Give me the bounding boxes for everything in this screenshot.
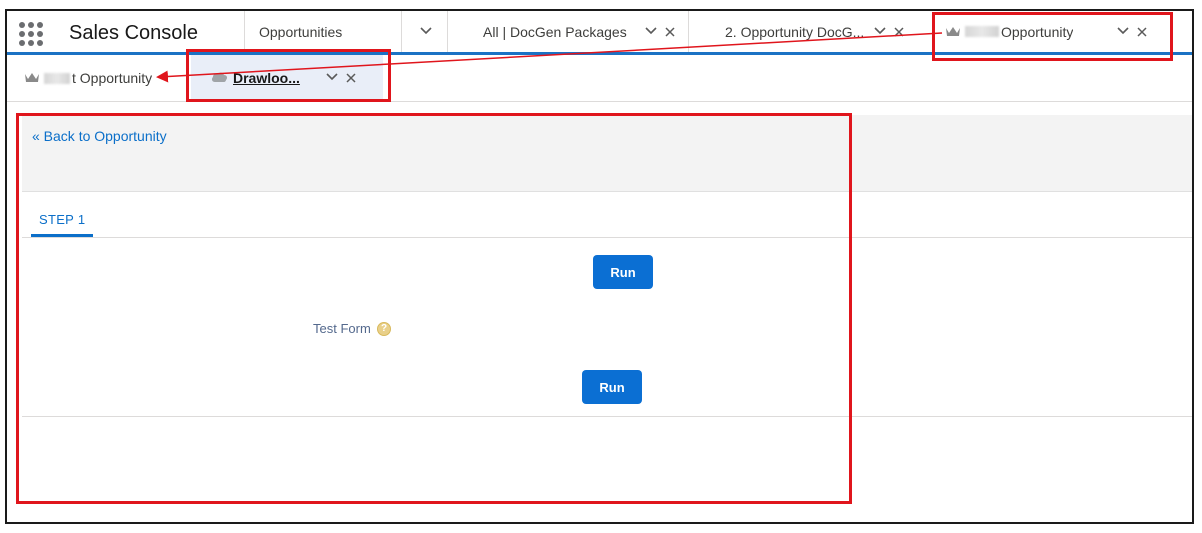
- subtab-label: t Opportunity: [72, 70, 153, 86]
- subtab-opportunity[interactable]: t Opportunity: [24, 55, 194, 101]
- workspace-tab-docgen-packages[interactable]: All | DocGen Packages: [447, 11, 688, 52]
- workspace-tab-label: 2. Opportunity DocG...: [725, 23, 865, 40]
- highlight-box-content: [16, 113, 852, 504]
- nav-item-label: Opportunities: [259, 23, 343, 40]
- chevron-down-icon[interactable]: [874, 26, 886, 37]
- close-icon[interactable]: [665, 26, 675, 37]
- close-icon[interactable]: [894, 26, 904, 37]
- app-launcher-icon[interactable]: [19, 22, 43, 46]
- chevron-down-icon: [419, 26, 432, 37]
- workspace-tab-label: All | DocGen Packages: [483, 23, 627, 40]
- redacted-text: [44, 72, 70, 84]
- subtab-bar: t Opportunity Drawloo...: [7, 55, 1192, 102]
- workspace-tab-opportunity-docgen[interactable]: 2. Opportunity DocG...: [688, 11, 933, 52]
- highlight-box-drawloop-tab: [186, 49, 391, 102]
- chevron-down-icon[interactable]: [645, 26, 657, 37]
- highlight-box-opportunity-tab: [932, 12, 1173, 61]
- nav-item-opportunities[interactable]: Opportunities: [244, 11, 401, 52]
- nav-menu-dropdown[interactable]: [401, 11, 447, 52]
- app-name: Sales Console: [69, 22, 198, 44]
- app-window: Sales Console Opportunities All | DocGen…: [5, 9, 1194, 524]
- crown-icon: [24, 70, 40, 86]
